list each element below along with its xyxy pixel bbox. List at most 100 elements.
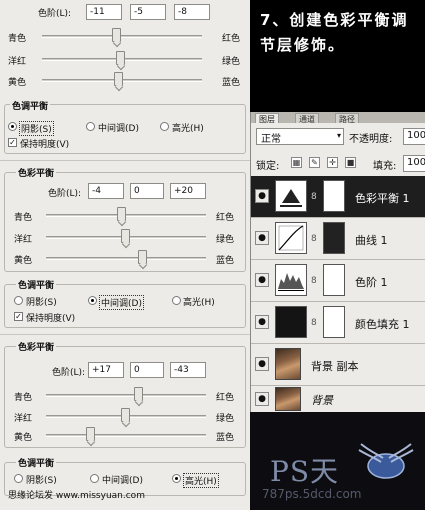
color-balance-title: 色彩平衡 xyxy=(16,340,57,353)
layer-name[interactable]: 色彩平衡 1 xyxy=(355,190,410,206)
lock-all-icon[interactable]: ■ xyxy=(345,157,356,168)
curves-icon xyxy=(275,222,307,254)
preserve-luminosity-label[interactable]: 保持明度(V) xyxy=(20,137,69,150)
eye-icon[interactable]: ● xyxy=(255,392,269,406)
yellow-blue-thumb[interactable] xyxy=(114,72,123,86)
shadow-radio[interactable] xyxy=(8,122,17,131)
magenta-green-thumb[interactable] xyxy=(121,408,130,422)
magenta-green-thumb[interactable] xyxy=(121,229,130,243)
midtone-radio[interactable] xyxy=(90,474,99,483)
preserve-luminosity-label[interactable]: 保持明度(V) xyxy=(26,311,75,324)
tab-channels[interactable]: 通道 xyxy=(295,113,319,124)
link-icon: 8 xyxy=(311,318,317,328)
yellow-blue-thumb[interactable] xyxy=(138,250,147,264)
highlight-label[interactable]: 高光(H) xyxy=(183,295,215,308)
tone-balance-title: 色调平衡 xyxy=(16,278,57,291)
opacity-input[interactable]: 100 xyxy=(403,128,425,145)
lock-move-icon[interactable]: ✛ xyxy=(327,157,338,168)
cyan-red-slider[interactable] xyxy=(42,35,202,38)
midtone-label[interactable]: 中间调(D) xyxy=(98,121,139,134)
slider-right-blue: 蓝色 xyxy=(216,433,235,443)
eye-icon[interactable]: ● xyxy=(255,231,269,245)
layer-row[interactable]: ● 8 色阶 1 xyxy=(251,260,425,302)
chevron-down-icon: ▾ xyxy=(336,131,341,140)
preserve-luminosity-checkbox[interactable]: ✓ xyxy=(8,138,17,147)
level-input-2[interactable]: 0 xyxy=(130,362,164,378)
ps-logo-text: PS天 xyxy=(270,455,340,488)
fill-label: 填充: xyxy=(373,161,397,172)
layer-name[interactable]: 背景 副本 xyxy=(311,358,359,374)
color-balance-title: 色彩平衡 xyxy=(16,166,57,179)
highlight-radio[interactable] xyxy=(172,474,181,483)
level-input-3[interactable]: -43 xyxy=(170,362,206,378)
level-input-2[interactable]: 0 xyxy=(130,183,164,199)
level-input-1[interactable]: +17 xyxy=(88,362,124,378)
slider-left-magenta: 洋红 xyxy=(14,235,33,245)
midtone-radio[interactable] xyxy=(88,296,97,305)
fill-color-thumbnail xyxy=(275,306,307,338)
layer-name[interactable]: 颜色填充 1 xyxy=(355,316,410,332)
lock-brush-icon[interactable]: ✎ xyxy=(309,157,320,168)
eye-icon[interactable]: ● xyxy=(255,315,269,329)
cyan-red-thumb[interactable] xyxy=(134,387,143,401)
preserve-luminosity-checkbox[interactable]: ✓ xyxy=(14,312,23,321)
level-input-3[interactable]: -8 xyxy=(174,4,210,20)
layer-row[interactable]: ● 背景 xyxy=(251,386,425,412)
eye-icon[interactable]: ● xyxy=(255,357,269,371)
cyan-red-thumb[interactable] xyxy=(117,207,126,221)
shadow-radio[interactable] xyxy=(14,474,23,483)
color-balance-icon xyxy=(275,180,307,212)
tab-layers[interactable]: 图层 xyxy=(255,113,279,124)
yellow-blue-slider[interactable] xyxy=(46,434,206,437)
highlight-radio[interactable] xyxy=(172,296,181,305)
yellow-blue-slider[interactable] xyxy=(46,257,206,260)
tab-paths[interactable]: 路径 xyxy=(335,113,359,124)
layer-row[interactable]: ● 背景 副本 xyxy=(251,344,425,386)
blend-mode-select[interactable]: 正常 ▾ xyxy=(256,128,344,145)
highlight-radio[interactable] xyxy=(160,122,169,131)
divider xyxy=(0,160,250,161)
slider-right-green: 绿色 xyxy=(216,414,235,424)
layer-mask-thumbnail xyxy=(323,222,345,254)
level-label: 色阶(L): xyxy=(52,368,86,378)
color-balance-dialog-3: 色彩平衡 色阶(L): +17 0 -43 青色 红色 洋红 绿色 黄色 蓝色 … xyxy=(0,336,250,510)
layer-name[interactable]: 背景 xyxy=(311,392,333,408)
slider-left-magenta: 洋红 xyxy=(8,57,27,67)
magenta-green-thumb[interactable] xyxy=(116,51,125,65)
midtone-radio[interactable] xyxy=(86,122,95,131)
layer-name[interactable]: 色阶 1 xyxy=(355,274,388,290)
level-input-1[interactable]: -4 xyxy=(88,183,124,199)
layer-photo-thumbnail xyxy=(275,348,301,380)
layer-photo-thumbnail xyxy=(275,387,301,411)
cyan-red-thumb[interactable] xyxy=(112,28,121,42)
cyan-red-slider[interactable] xyxy=(46,214,206,217)
level-input-2[interactable]: -5 xyxy=(130,4,166,20)
layers-panel: 图层 通道 路径 正常 ▾ 不透明度: 100 锁定: ▦ ✎ ✛ ■ 填充: … xyxy=(250,112,425,412)
shadow-label[interactable]: 阴影(S) xyxy=(19,121,54,136)
link-icon: 8 xyxy=(311,276,317,286)
eye-icon[interactable]: ● xyxy=(255,273,269,287)
highlight-label[interactable]: 高光(H) xyxy=(183,473,219,488)
midtone-label[interactable]: 中间调(D) xyxy=(102,473,143,486)
highlight-label[interactable]: 高光(H) xyxy=(172,121,204,134)
color-balance-dialog-1: 色阶(L): -11 -5 -8 青色 红色 洋红 绿色 黄色 蓝色 色调平衡 … xyxy=(0,0,250,160)
level-input-3[interactable]: +20 xyxy=(170,183,206,199)
eye-icon[interactable]: ● xyxy=(255,189,269,203)
slider-right-blue: 蓝色 xyxy=(216,256,235,266)
fill-input[interactable]: 100 xyxy=(403,155,425,172)
color-balance-dialog-2: 色彩平衡 色阶(L): -4 0 +20 青色 红色 洋红 绿色 黄色 蓝色 色… xyxy=(0,162,250,332)
shadow-label[interactable]: 阴影(S) xyxy=(26,473,57,486)
shadow-label[interactable]: 阴影(S) xyxy=(26,295,57,308)
lock-transparent-icon[interactable]: ▦ xyxy=(291,157,302,168)
layer-row[interactable]: ● 8 曲线 1 xyxy=(251,218,425,260)
layer-row[interactable]: ● 8 颜色填充 1 xyxy=(251,302,425,344)
cyan-red-slider[interactable] xyxy=(46,394,206,397)
level-input-1[interactable]: -11 xyxy=(86,4,122,20)
yellow-blue-thumb[interactable] xyxy=(86,427,95,441)
layer-row[interactable]: ● 8 色彩平衡 1 xyxy=(251,176,425,218)
shadow-radio[interactable] xyxy=(14,296,23,305)
midtone-label[interactable]: 中间调(D) xyxy=(99,295,144,310)
slider-left-yellow: 黄色 xyxy=(14,433,33,443)
slider-left-cyan: 青色 xyxy=(14,213,33,223)
layer-name[interactable]: 曲线 1 xyxy=(355,232,388,248)
